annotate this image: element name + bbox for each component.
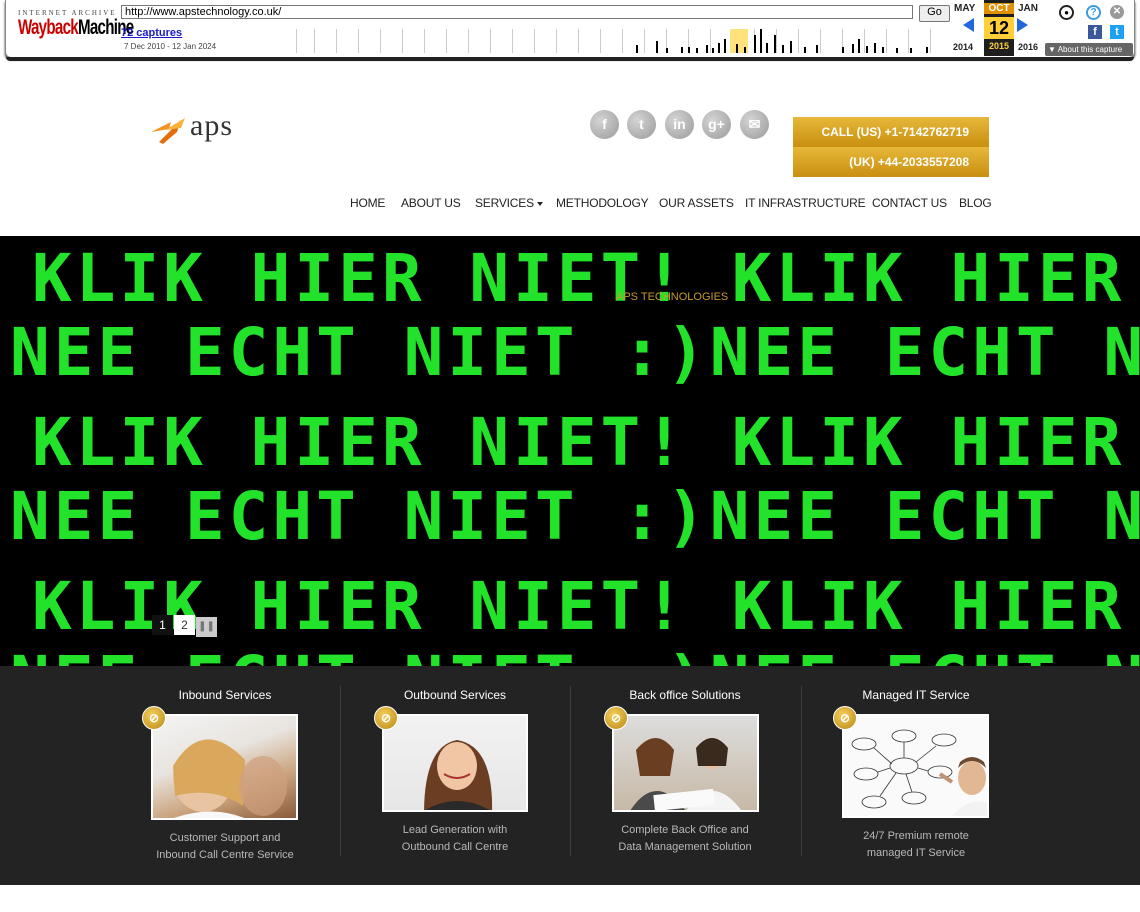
headset-agent-image bbox=[173, 739, 287, 818]
service-desc-line: Inbound Call Centre Service bbox=[156, 849, 294, 861]
wayback-toolbar: INTERNET ARCHIVE WaybackMachine http://w… bbox=[5, 0, 1135, 61]
prev-month-label: MAY bbox=[954, 3, 976, 14]
hero-text-line: NEE ECHT NIET :)NEE ECHT N bbox=[10, 648, 1140, 667]
aps-logo-icon[interactable] bbox=[151, 116, 187, 146]
service-image-outbound[interactable] bbox=[382, 714, 528, 812]
smiling-agent-image bbox=[424, 740, 493, 810]
service-card-backoffice[interactable]: Back office Solutions ⊘ Complete Back Of… bbox=[570, 666, 800, 885]
url-input[interactable]: http://www.apstechnology.co.uk/ bbox=[121, 5, 913, 19]
twitter-icon[interactable]: t bbox=[627, 110, 656, 139]
next-capture-arrow-icon[interactable] bbox=[1017, 18, 1028, 32]
call-uk-button[interactable]: (UK) +44-2033557208 bbox=[793, 147, 989, 177]
service-title[interactable]: Managed IT Service bbox=[801, 688, 1031, 702]
service-title[interactable]: Inbound Services bbox=[110, 688, 340, 702]
service-desc-line: Complete Back Office and bbox=[621, 824, 749, 836]
slide-dot-1[interactable]: 1 bbox=[152, 615, 173, 635]
prev-year-label[interactable]: 2014 bbox=[953, 42, 973, 52]
nav-home[interactable]: HOME bbox=[350, 196, 385, 210]
twitter-share-icon[interactable]: t bbox=[1110, 25, 1124, 39]
current-day: 12 bbox=[984, 17, 1014, 39]
service-desc-line: Data Management Solution bbox=[618, 841, 752, 853]
hero-text-line: KLIK HIER NIET! KLIK HIER bbox=[32, 404, 1126, 481]
wayback-logo-prefix: Wayback bbox=[18, 16, 79, 39]
next-month-label: JAN bbox=[1018, 3, 1039, 14]
nav-blog[interactable]: BLOG bbox=[959, 196, 992, 210]
nav-our-assets[interactable]: OUR ASSETS bbox=[659, 196, 734, 210]
pause-icon[interactable]: ❚❚ bbox=[196, 617, 217, 637]
service-desc-line: Outbound Call Centre bbox=[401, 841, 509, 853]
slide-dot-2[interactable]: 2 bbox=[174, 615, 195, 635]
go-button[interactable]: Go bbox=[919, 5, 950, 22]
nav-services-label: SERVICES bbox=[475, 196, 534, 210]
link-badge-icon: ⊘ bbox=[374, 706, 398, 730]
prev-capture-arrow-icon[interactable] bbox=[963, 18, 974, 32]
close-icon[interactable]: ✕ bbox=[1110, 5, 1124, 19]
office-team-image bbox=[630, 738, 741, 810]
wayback-logo[interactable]: WaybackMachine bbox=[18, 16, 134, 40]
service-desc-line: Customer Support and bbox=[169, 832, 281, 844]
service-title[interactable]: Back office Solutions bbox=[570, 688, 800, 702]
toolbar-shadow bbox=[6, 57, 1134, 61]
service-image-managed-it[interactable] bbox=[842, 714, 989, 818]
about-chevron-icon: ▼ bbox=[1048, 45, 1058, 54]
hero-text-line: NEE ECHT NIET :)NEE ECHT N bbox=[10, 314, 1140, 391]
slider-pagination: 1 2 ❚❚ bbox=[152, 615, 218, 637]
help-icon[interactable]: ? bbox=[1086, 5, 1101, 20]
service-card-outbound[interactable]: Outbound Services ⊘ Lead Generation with… bbox=[340, 666, 570, 885]
service-card-managed-it[interactable]: Managed IT Service ⊘ 24/7 Premium remote… bbox=[801, 666, 1031, 885]
nav-about-us[interactable]: ABOUT US bbox=[401, 196, 461, 210]
link-badge-icon: ⊘ bbox=[604, 706, 628, 730]
capture-range: 7 Dec 2010 - 12 Jan 2024 bbox=[124, 42, 217, 51]
facebook-share-icon[interactable]: f bbox=[1088, 25, 1102, 39]
current-year: 2015 bbox=[988, 41, 1010, 51]
hero-caption: APS TECHNOLOGIES bbox=[616, 291, 729, 303]
service-image-inbound[interactable] bbox=[151, 714, 298, 820]
aps-logo-text[interactable]: aps bbox=[190, 109, 233, 143]
hero-text-line: NEE ECHT NIET :)NEE ECHT N bbox=[10, 478, 1140, 555]
about-capture-label: About this capture bbox=[1057, 45, 1123, 54]
hero-text-line: KLIK HIER NIET! KLIK HIER bbox=[32, 240, 1126, 317]
linkedin-icon[interactable]: in bbox=[665, 110, 694, 139]
email-icon[interactable]: ✉ bbox=[740, 110, 769, 139]
facebook-icon[interactable]: f bbox=[590, 110, 619, 139]
service-title[interactable]: Outbound Services bbox=[340, 688, 570, 702]
current-month: OCT bbox=[984, 3, 1014, 14]
current-capture: OCT 12 2015 bbox=[984, 0, 1014, 56]
googleplus-icon[interactable]: g+ bbox=[702, 110, 731, 139]
nav-services[interactable]: SERVICES bbox=[475, 196, 543, 210]
link-badge-icon: ⊘ bbox=[833, 706, 857, 730]
captures-link[interactable]: 72 captures bbox=[121, 27, 182, 39]
nav-methodology[interactable]: METHODOLOGY bbox=[556, 196, 649, 210]
nav-contact-us[interactable]: CONTACT US bbox=[872, 196, 947, 210]
network-sketch-image bbox=[851, 729, 987, 816]
services-band: Inbound Services ⊘ Customer Support and … bbox=[0, 666, 1140, 885]
service-image-backoffice[interactable] bbox=[612, 714, 759, 812]
capture-sparkline[interactable] bbox=[296, 29, 944, 53]
service-desc-line: Lead Generation with bbox=[402, 824, 508, 836]
next-year-label[interactable]: 2016 bbox=[1018, 42, 1038, 52]
link-badge-icon: ⊘ bbox=[142, 706, 166, 730]
chevron-down-icon bbox=[536, 201, 543, 206]
account-icon[interactable]: ● bbox=[1059, 5, 1074, 20]
service-card-inbound[interactable]: Inbound Services ⊘ Customer Support and … bbox=[110, 666, 340, 885]
about-capture-button[interactable]: ▼ About this capture bbox=[1045, 43, 1133, 56]
call-us-button[interactable]: CALL (US) +1-7142762719 bbox=[793, 117, 989, 147]
nav-it-infrastructure[interactable]: IT INFRASTRUCTURE bbox=[745, 196, 866, 210]
hero-slider[interactable]: KLIK HIER NIET! KLIK HIER NEE ECHT NIET … bbox=[0, 236, 1140, 666]
service-desc-line: 24/7 Premium remote bbox=[863, 830, 969, 842]
service-desc-line: managed IT Service bbox=[866, 847, 966, 859]
